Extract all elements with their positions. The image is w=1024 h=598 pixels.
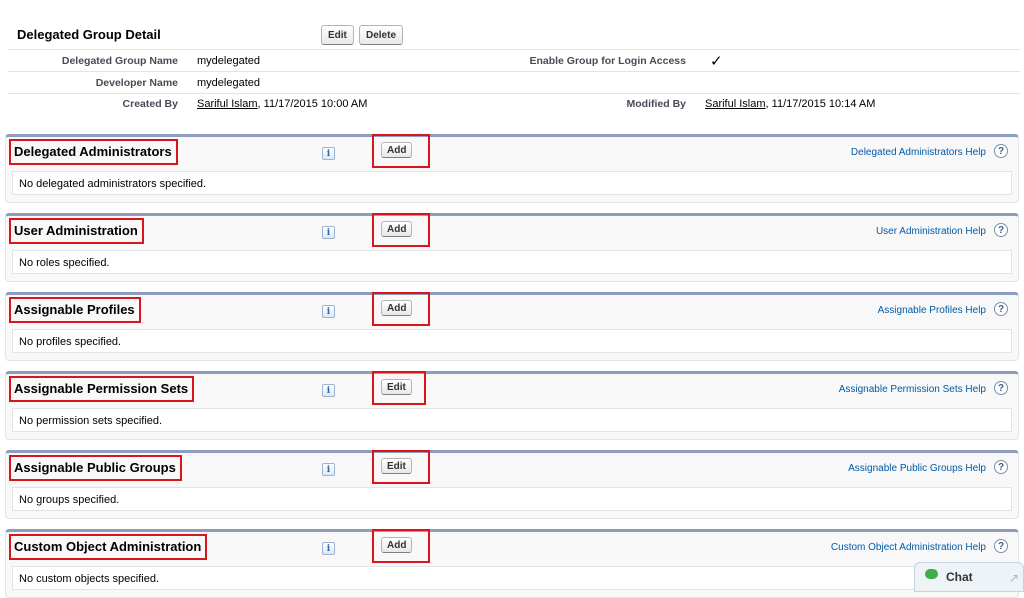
section-title: Custom Object Administration	[9, 534, 208, 560]
empty-message: No permission sets specified.	[19, 415, 163, 427]
help-icon[interactable]: ?	[994, 460, 1008, 474]
edit-button[interactable]: Edit	[321, 25, 354, 45]
created-by-value: Sariful Islam, 11/17/2015 10:00 AM	[197, 98, 367, 110]
info-icon[interactable]: i	[322, 226, 335, 239]
highlight-box: Add	[372, 292, 430, 326]
empty-message: No groups specified.	[19, 494, 120, 506]
add-button[interactable]: Add	[381, 300, 413, 316]
created-by-date: , 11/17/2015 10:00 AM	[257, 98, 368, 110]
empty-message-box: No custom objects specified.	[12, 566, 1012, 590]
help-link[interactable]: Assignable Public Groups Help	[848, 463, 986, 474]
help-link[interactable]: Delegated Administrators Help	[851, 147, 986, 158]
empty-message-box: No profiles specified.	[12, 329, 1012, 353]
created-by-user-link[interactable]: Sariful Islam	[197, 98, 258, 110]
page-title: Delegated Group Detail	[17, 27, 161, 42]
delete-button[interactable]: Delete	[359, 25, 404, 45]
section-assignable-profiles: Assignable Profiles i Add Assignable Pro…	[5, 292, 1019, 361]
chat-bubble-icon	[925, 569, 938, 579]
help-link[interactable]: Assignable Permission Sets Help	[839, 384, 986, 395]
expand-icon[interactable]: ↗	[1009, 571, 1019, 585]
empty-message-box: No groups specified.	[12, 487, 1012, 511]
empty-message: No roles specified.	[19, 257, 110, 269]
section-title: Assignable Public Groups	[9, 455, 182, 481]
group-name-label: Delegated Group Name	[61, 55, 178, 67]
chat-label: Chat	[946, 570, 973, 584]
highlight-box: Add	[372, 213, 430, 247]
section-user-administration: User Administration i Add User Administr…	[5, 213, 1019, 282]
group-name-value: mydelegated	[197, 55, 260, 67]
developer-name-value: mydelegated	[197, 77, 260, 89]
section-delegated-administrators: Delegated Administrators i Add Delegated…	[5, 134, 1019, 203]
edit-button[interactable]: Edit	[381, 458, 412, 474]
info-icon[interactable]: i	[322, 147, 335, 160]
empty-message: No custom objects specified.	[19, 573, 160, 585]
section-assignable-permission-sets: Assignable Permission Sets i Edit Assign…	[5, 371, 1019, 440]
highlight-box: Add	[372, 529, 430, 563]
add-button[interactable]: Add	[381, 142, 413, 158]
section-title: Assignable Profiles	[9, 297, 141, 323]
help-link[interactable]: Custom Object Administration Help	[831, 542, 986, 553]
highlight-box: Add	[372, 134, 430, 168]
empty-message-box: No delegated administrators specified.	[12, 171, 1012, 195]
add-button[interactable]: Add	[381, 537, 413, 553]
add-button[interactable]: Add	[381, 221, 413, 237]
info-icon[interactable]: i	[322, 542, 335, 555]
info-icon[interactable]: i	[322, 305, 335, 318]
help-icon[interactable]: ?	[994, 539, 1008, 553]
help-icon[interactable]: ?	[994, 144, 1008, 158]
divider	[8, 71, 1020, 72]
created-by-label: Created By	[122, 98, 178, 110]
empty-message-box: No permission sets specified.	[12, 408, 1012, 432]
modified-by-label: Modified By	[626, 98, 687, 110]
divider	[8, 93, 1020, 94]
help-icon[interactable]: ?	[994, 302, 1008, 316]
login-access-label: Enable Group for Login Access	[529, 55, 686, 67]
empty-message: No delegated administrators specified.	[19, 178, 207, 190]
help-link[interactable]: User Administration Help	[876, 226, 986, 237]
help-icon[interactable]: ?	[994, 223, 1008, 237]
section-title: Delegated Administrators	[9, 139, 178, 165]
empty-message: No profiles specified.	[19, 336, 122, 348]
info-icon[interactable]: i	[322, 384, 335, 397]
developer-name-label: Developer Name	[95, 77, 178, 89]
checkmark-icon: ✓	[710, 53, 723, 70]
section-title: Assignable Permission Sets	[9, 376, 195, 402]
help-icon[interactable]: ?	[994, 381, 1008, 395]
highlight-box: Edit	[372, 450, 430, 484]
modified-by-user-link[interactable]: Sariful Islam	[705, 98, 766, 110]
modified-by-value: Sariful Islam, 11/17/2015 10:14 AM	[705, 98, 875, 110]
empty-message-box: No roles specified.	[12, 250, 1012, 274]
divider	[8, 49, 1020, 50]
edit-button[interactable]: Edit	[381, 379, 412, 395]
section-title: User Administration	[9, 218, 144, 244]
info-icon[interactable]: i	[322, 463, 335, 476]
highlight-box: Edit	[372, 371, 426, 405]
help-link[interactable]: Assignable Profiles Help	[878, 305, 986, 316]
section-assignable-public-groups: Assignable Public Groups i Edit Assignab…	[5, 450, 1019, 519]
modified-by-date: , 11/17/2015 10:14 AM	[765, 98, 876, 110]
